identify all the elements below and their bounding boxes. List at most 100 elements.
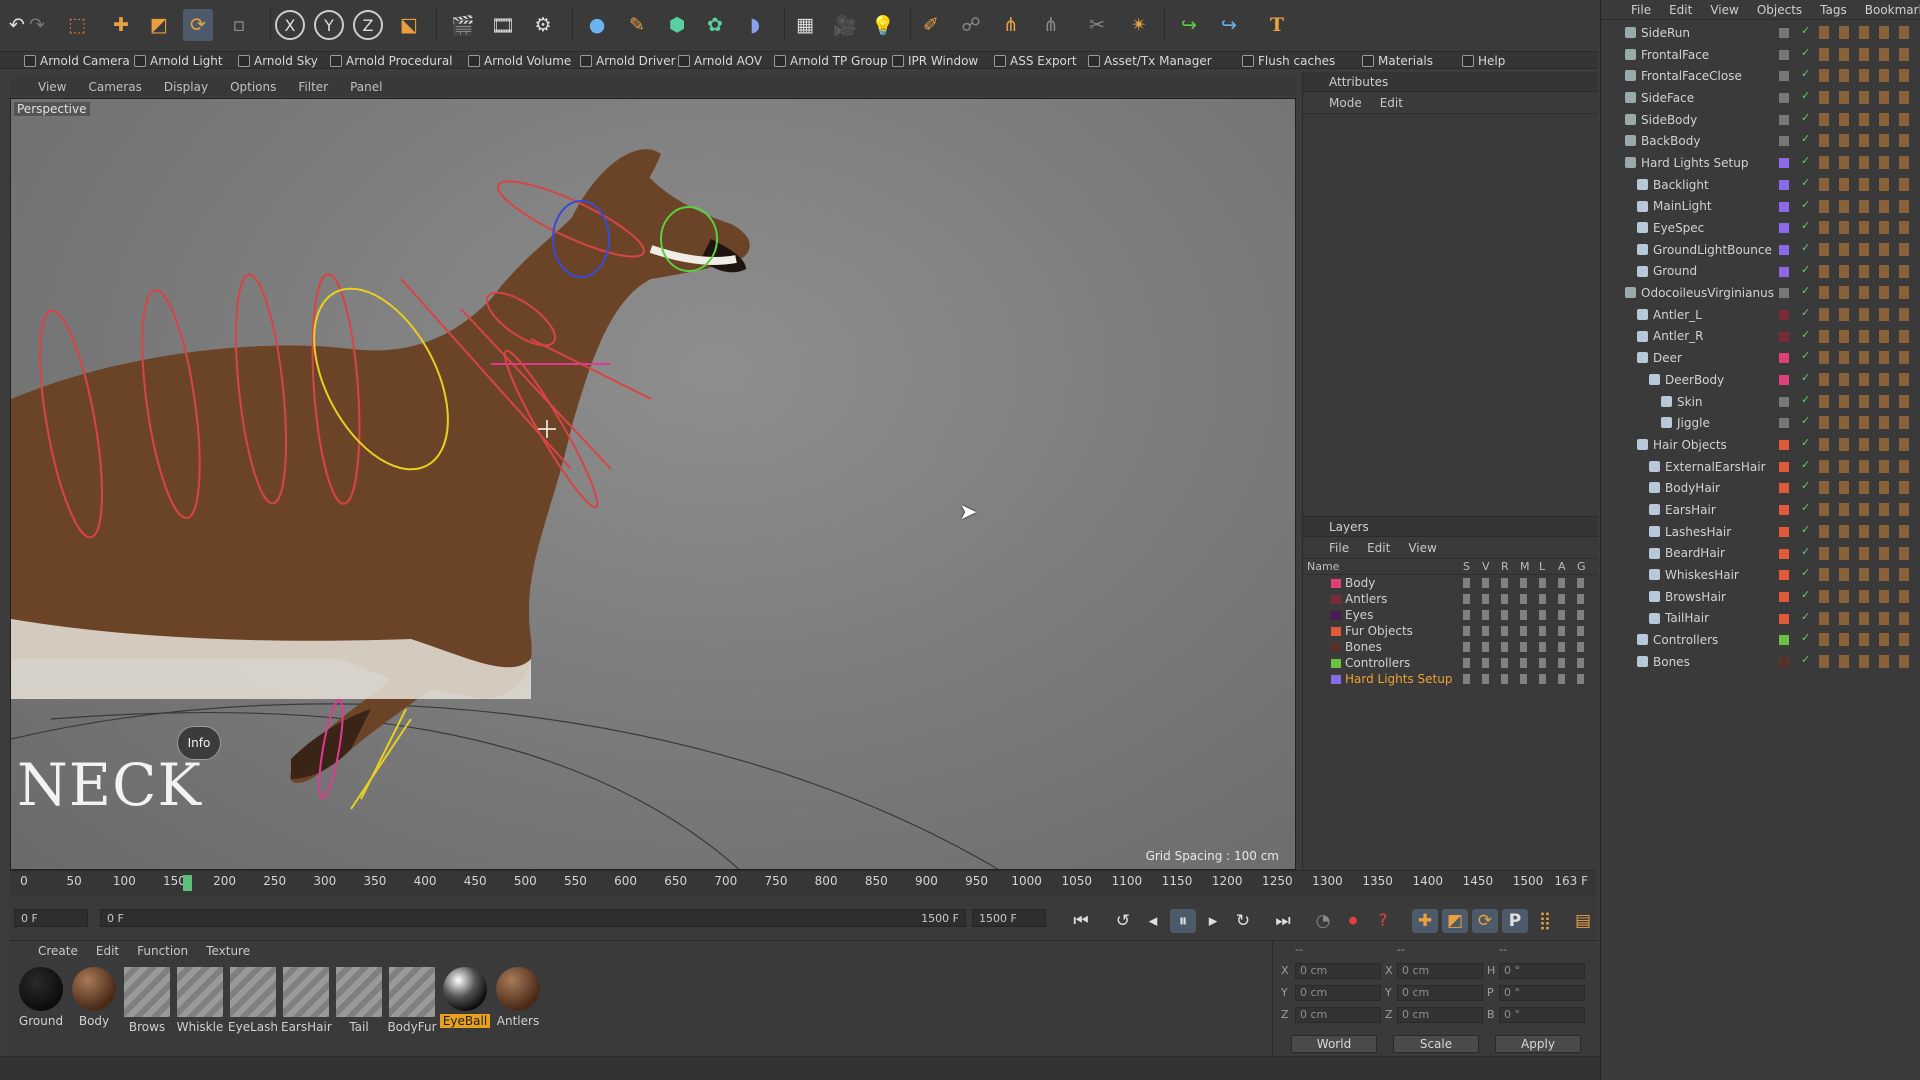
object-layer-color[interactable] (1779, 49, 1789, 60)
object-row[interactable]: SideRun ✓ (1601, 22, 1920, 44)
object-tags-icon[interactable] (1819, 26, 1919, 39)
render-view-icon[interactable]: 🎬 (448, 9, 478, 41)
object-row[interactable]: BodyHair ✓ (1601, 477, 1920, 499)
coord-rotation-field[interactable]: 0 ° (1499, 963, 1585, 979)
object-tags-icon[interactable] (1819, 91, 1919, 105)
object-row[interactable]: Hair Objects ✓ (1601, 434, 1920, 456)
object-tags-icon[interactable] (1819, 481, 1919, 495)
visibility-check-icon[interactable]: ✓ (1801, 653, 1810, 666)
object-layer-color[interactable] (1779, 526, 1789, 537)
object-tags-icon[interactable] (1819, 394, 1919, 408)
material-menu-2[interactable]: Function (137, 944, 188, 958)
camera-object-icon[interactable]: 🎥 (830, 9, 860, 41)
object-layer-color[interactable] (1779, 93, 1789, 104)
visibility-check-icon[interactable]: ✓ (1801, 545, 1810, 558)
object-tags-icon[interactable] (1819, 524, 1919, 538)
object-menu-1[interactable]: Edit (1669, 3, 1692, 17)
timeline-window-icon[interactable]: ▤ (1570, 909, 1596, 933)
plugin-4[interactable]: Arnold Volume (468, 52, 571, 69)
object-layer-color[interactable] (1779, 396, 1789, 407)
layer-color-swatch[interactable] (1331, 643, 1341, 652)
attributes-menu-1[interactable]: Edit (1380, 96, 1403, 110)
layer-row[interactable]: Body (1303, 575, 1598, 591)
object-menu-3[interactable]: Objects (1757, 3, 1802, 17)
object-layer-color[interactable] (1779, 375, 1789, 385)
key-rotation-icon[interactable]: ⟳ (1472, 909, 1498, 933)
layers-menu-1[interactable]: Edit (1367, 541, 1390, 555)
layer-flag-toggles[interactable] (1463, 658, 1591, 668)
object-tags-icon[interactable] (1819, 568, 1919, 582)
z-axis-lock-icon[interactable]: Z (353, 10, 383, 40)
live-selection-icon[interactable]: ⬚ (62, 9, 92, 41)
object-row[interactable]: Ground ✓ (1601, 261, 1920, 283)
visibility-check-icon[interactable]: ✓ (1801, 67, 1810, 80)
visibility-check-icon[interactable]: ✓ (1801, 393, 1810, 406)
object-tags-icon[interactable] (1819, 633, 1919, 647)
next-key-icon[interactable]: ↻ (1230, 909, 1256, 933)
coord-scale-select[interactable]: Scale (1393, 1035, 1479, 1053)
layers-header-solo[interactable]: S (1463, 560, 1470, 573)
coordinate-system-icon[interactable]: ⬕ (394, 9, 424, 41)
layer-row[interactable]: Fur Objects (1303, 623, 1598, 639)
object-tags-icon[interactable] (1819, 589, 1919, 603)
text-spline-icon[interactable]: T (1262, 9, 1292, 41)
object-row[interactable]: Antler_L ✓ (1601, 304, 1920, 326)
object-layer-color[interactable] (1779, 114, 1789, 125)
object-tags-icon[interactable] (1819, 503, 1919, 517)
subdivision-surface-icon[interactable]: ⬢ (662, 9, 692, 41)
layer-row[interactable]: Hard Lights Setup (1303, 671, 1598, 687)
object-layer-color[interactable] (1779, 223, 1789, 234)
visibility-check-icon[interactable]: ✓ (1801, 176, 1810, 189)
object-tags-icon[interactable] (1819, 112, 1919, 126)
object-row[interactable]: SideFace ✓ (1601, 87, 1920, 109)
plugin-0[interactable]: Arnold Camera (24, 52, 130, 69)
array-generator-icon[interactable]: ✿ (700, 9, 730, 41)
pen-spline-icon[interactable]: ✎ (622, 9, 652, 41)
visibility-check-icon[interactable]: ✓ (1801, 631, 1810, 644)
visibility-check-icon[interactable]: ✓ (1801, 523, 1810, 536)
coord-size-field[interactable]: 0 cm (1397, 963, 1483, 979)
visibility-check-icon[interactable]: ✓ (1801, 241, 1810, 254)
object-menu-5[interactable]: Bookmarks (1865, 3, 1920, 17)
layer-flag-toggles[interactable] (1463, 626, 1591, 636)
bend-deformer-icon[interactable]: ◗ (740, 9, 770, 41)
object-row[interactable]: OdocoileusVirginianus ✓ (1601, 282, 1920, 304)
object-layer-color[interactable] (1779, 136, 1789, 147)
render-picture-viewer-icon[interactable]: 🎞 (488, 9, 518, 41)
object-layer-color[interactable] (1779, 548, 1789, 559)
plugin-13[interactable]: Help (1462, 52, 1505, 69)
record-keys-icon[interactable]: ⏺ (1340, 909, 1366, 933)
visibility-check-icon[interactable]: ✓ (1801, 371, 1810, 384)
hair-brush-icon[interactable]: ⋔ (996, 9, 1026, 41)
object-menu-2[interactable]: View (1710, 3, 1738, 17)
plugin-8[interactable]: IPR Window (892, 52, 978, 69)
previous-key-icon[interactable]: ↺ (1110, 909, 1136, 933)
layer-row[interactable]: Controllers (1303, 655, 1598, 671)
object-tags-icon[interactable] (1819, 264, 1919, 278)
visibility-check-icon[interactable]: ✓ (1801, 436, 1810, 449)
object-menu-4[interactable]: Tags (1820, 3, 1847, 17)
plugin-1[interactable]: Arnold Light (134, 52, 223, 69)
material-swatch[interactable]: Brows (122, 967, 172, 1034)
object-tags-icon[interactable] (1819, 373, 1919, 386)
object-tags-icon[interactable] (1819, 47, 1919, 61)
object-tags-icon[interactable] (1819, 242, 1919, 256)
previous-frame-icon[interactable]: ◂ (1140, 909, 1166, 933)
coord-size-field[interactable]: 0 cm (1397, 1007, 1483, 1023)
visibility-check-icon[interactable]: ✓ (1801, 46, 1810, 59)
visibility-check-icon[interactable]: ✓ (1801, 89, 1810, 102)
coord-mode-select[interactable]: World (1291, 1035, 1377, 1053)
visibility-check-icon[interactable]: ✓ (1801, 306, 1810, 319)
scale-tool-icon[interactable]: ◩ (144, 9, 174, 41)
layers-menu-2[interactable]: View (1408, 541, 1436, 555)
layers-header-name[interactable]: Name (1307, 560, 1339, 573)
object-tags-icon[interactable] (1819, 199, 1919, 213)
object-tags-icon[interactable] (1819, 69, 1919, 83)
viewport-menu-2[interactable]: Display (164, 80, 208, 94)
layers-header-generators[interactable]: G (1577, 560, 1586, 573)
start-frame-field[interactable]: 0 F (14, 909, 88, 927)
object-row[interactable]: SideBody ✓ (1601, 109, 1920, 131)
layers-header-locked[interactable]: L (1539, 560, 1545, 573)
object-tags-icon[interactable] (1819, 221, 1919, 235)
hair-cut-icon[interactable]: ✂ (1082, 9, 1112, 41)
